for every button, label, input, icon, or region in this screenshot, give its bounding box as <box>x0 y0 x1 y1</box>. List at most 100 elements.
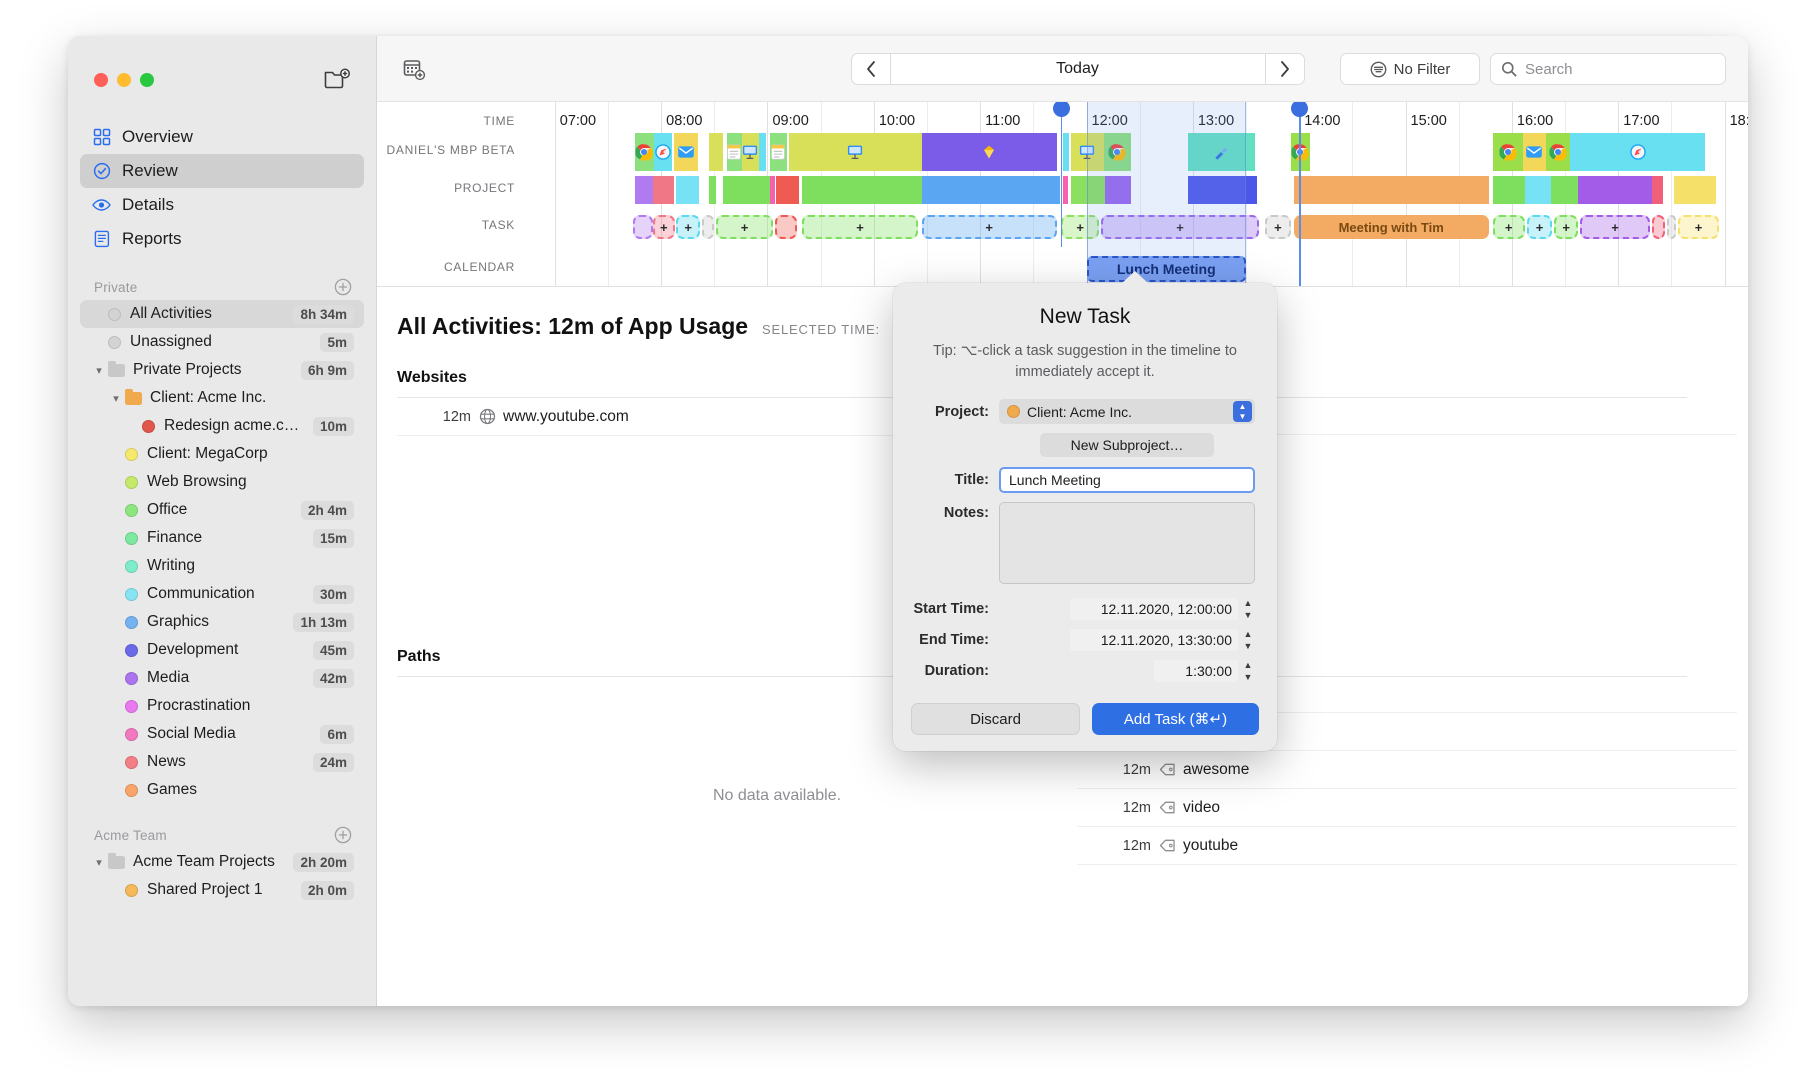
discard-button[interactable]: Discard <box>911 703 1080 735</box>
timeline-task-chip[interactable] <box>774 215 798 239</box>
timeline-task-chip[interactable]: + <box>676 215 701 239</box>
plus-circle-icon[interactable] <box>334 278 352 296</box>
timeline-project-track[interactable] <box>525 176 1748 204</box>
timeline-app-segment[interactable] <box>1103 133 1132 171</box>
notes-textarea[interactable] <box>999 502 1255 585</box>
timeline-project-segment[interactable] <box>634 176 653 204</box>
timeline-playhead[interactable] <box>1293 102 1306 286</box>
project-row[interactable]: ▾ Private Projects 6h 9m <box>80 356 364 384</box>
prev-day-button[interactable] <box>850 52 891 85</box>
timeline-task-chip[interactable]: + <box>1101 215 1259 239</box>
timeline-app-segment[interactable] <box>758 133 767 171</box>
timeline-task-chip[interactable] <box>1652 215 1666 239</box>
chevron-updown-icon[interactable]: ▲ ▼ <box>1233 401 1252 423</box>
timeline-task-chip[interactable] <box>633 215 653 239</box>
timeline-app-segment[interactable] <box>1570 133 1706 171</box>
close-button[interactable] <box>94 73 108 87</box>
project-row[interactable]: ▾ Acme Team Projects 2h 20m <box>80 848 364 876</box>
disclosure-triangle-icon[interactable]: ▾ <box>92 856 106 869</box>
project-row[interactable]: ▾Social Media6m <box>80 720 364 748</box>
nav-item-details[interactable]: Details <box>80 188 364 222</box>
calendar-event-chip[interactable]: Lunch Meeting <box>1086 256 1247 282</box>
start-time-stepper[interactable]: ▲ ▼ <box>1241 598 1255 620</box>
timeline-task-chip[interactable] <box>701 215 715 239</box>
timeline-task-chip[interactable]: + <box>1526 215 1553 239</box>
calendar-add-icon[interactable] <box>399 55 429 83</box>
timeline-project-segment[interactable] <box>1652 176 1663 204</box>
disclosure-triangle-icon[interactable]: ▾ <box>109 392 123 405</box>
timeline-project-segment[interactable] <box>1673 176 1717 204</box>
timeline-project-segment[interactable] <box>1577 176 1653 204</box>
new-folder-icon[interactable] <box>324 68 350 90</box>
add-task-button[interactable]: Add Task (⌘↵) <box>1092 703 1259 735</box>
timeline-project-segment[interactable] <box>769 176 775 204</box>
nav-item-overview[interactable]: Overview <box>80 120 364 154</box>
project-row[interactable]: ▾Client: MegaCorp <box>80 440 364 468</box>
timeline-task-chip[interactable]: + <box>801 215 919 239</box>
new-subproject-button[interactable]: New Subproject… <box>1040 433 1214 458</box>
timeline-project-segment[interactable] <box>775 176 800 204</box>
plus-circle-icon[interactable] <box>334 826 352 844</box>
next-day-button[interactable] <box>1264 52 1305 85</box>
timeline-project-segment[interactable] <box>652 176 674 204</box>
timeline-task-chip[interactable]: + <box>652 215 675 239</box>
project-row[interactable]: ▾Games <box>80 776 364 804</box>
timeline-project-segment[interactable] <box>1524 176 1552 204</box>
timeline-app-segment[interactable] <box>1492 133 1523 171</box>
timeline-task-chip[interactable]: + <box>1265 215 1291 239</box>
timeline-project-segment[interactable] <box>708 176 717 204</box>
timeline-project-segment[interactable] <box>1104 176 1132 204</box>
timeline-app-segment[interactable] <box>1063 133 1070 171</box>
search-box[interactable]: Search <box>1490 53 1726 85</box>
timeline-app-segment[interactable] <box>788 133 922 171</box>
today-button[interactable]: Today <box>890 52 1265 85</box>
list-item[interactable]: 12m youtube <box>1077 827 1737 865</box>
timeline-app-segment[interactable] <box>634 133 654 171</box>
project-row[interactable]: ▾Redesign acme.com10m <box>80 412 364 440</box>
project-row[interactable]: ▾Shared Project 12h 0m <box>80 876 364 904</box>
project-select[interactable]: Client: Acme Inc. ▲ ▼ <box>999 399 1255 425</box>
nav-item-review[interactable]: Review <box>80 154 364 188</box>
project-row[interactable]: ▾All Activities8h 34m <box>80 300 364 328</box>
timeline-task-chip[interactable]: + <box>1554 215 1578 239</box>
disclosure-triangle-icon[interactable]: ▾ <box>92 364 106 377</box>
timeline-project-segment[interactable] <box>1187 176 1257 204</box>
timeline[interactable]: TIME DANIEL'S MBP BETA PROJECT TASK CALENDAR… <box>377 102 1748 287</box>
timeline-app-segment[interactable] <box>1545 133 1571 171</box>
nav-item-reports[interactable]: Reports <box>80 222 364 256</box>
timeline-project-segment[interactable] <box>722 176 770 204</box>
list-item[interactable]: 12m video <box>1077 789 1737 827</box>
timeline-app-segment[interactable] <box>708 133 723 171</box>
timeline-task-chip[interactable]: + <box>921 215 1057 239</box>
project-row[interactable]: ▾ Client: Acme Inc. <box>80 384 364 412</box>
list-item[interactable]: 12m awesome <box>1077 751 1737 789</box>
project-row[interactable]: ▾Procrastination <box>80 692 364 720</box>
filter-button[interactable]: No Filter <box>1340 53 1480 85</box>
project-row[interactable]: ▾Unassigned5m <box>80 328 364 356</box>
duration-input[interactable]: 1:30:00 <box>1154 660 1238 683</box>
zoom-button[interactable] <box>140 73 154 87</box>
timeline-project-segment[interactable] <box>801 176 922 204</box>
timeline-task-chip[interactable]: + <box>1492 215 1525 239</box>
timeline-project-segment[interactable] <box>1492 176 1525 204</box>
timeline-app-segment[interactable] <box>653 133 672 171</box>
title-input[interactable]: Lunch Meeting <box>999 467 1255 494</box>
end-time-stepper[interactable]: ▲ ▼ <box>1241 629 1255 651</box>
project-row[interactable]: ▾Development45m <box>80 636 364 664</box>
project-row[interactable]: ▾News24m <box>80 748 364 776</box>
timeline-project-segment[interactable] <box>1293 176 1489 204</box>
timeline-task-chip[interactable] <box>1667 215 1676 239</box>
timeline-project-segment[interactable] <box>1070 176 1105 204</box>
project-row[interactable]: ▾Writing <box>80 552 364 580</box>
timeline-app-segment[interactable] <box>769 133 787 171</box>
timeline-task-chip[interactable]: + <box>716 215 773 239</box>
project-row[interactable]: ▾Finance15m <box>80 524 364 552</box>
minimize-button[interactable] <box>117 73 131 87</box>
timeline-task-chip[interactable]: + <box>1579 215 1651 239</box>
timeline-task-chip[interactable]: + <box>1060 215 1100 239</box>
timeline-project-segment[interactable] <box>1551 176 1578 204</box>
search-input[interactable]: Search <box>1525 61 1573 78</box>
project-row[interactable]: ▾Media42m <box>80 664 364 692</box>
project-row[interactable]: ▾Office2h 4m <box>80 496 364 524</box>
timeline-app-segment[interactable] <box>741 133 759 171</box>
